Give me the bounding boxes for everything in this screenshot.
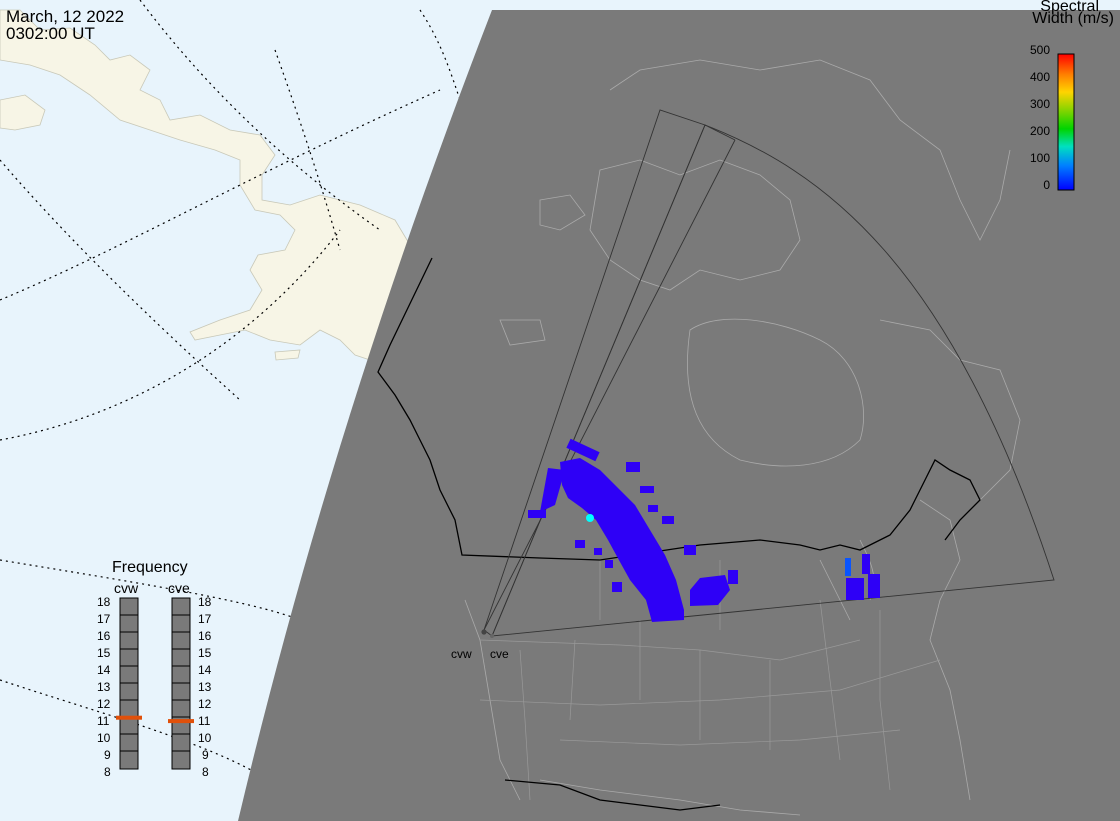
colorbar-tick: 300 — [1029, 97, 1050, 111]
scatter-cell-highlight — [586, 514, 594, 522]
site-label-cvw: cvw — [451, 647, 472, 661]
frequency-tick: 18 — [97, 595, 111, 609]
frequency-tick: 14 — [198, 663, 212, 677]
frequency-radar-label-cve: cve — [168, 580, 190, 596]
frequency-tick: 17 — [198, 612, 212, 626]
frequency-tick: 16 — [198, 629, 212, 643]
colorbar-gradient — [1057, 53, 1075, 191]
frequency-tick: 9 — [104, 748, 111, 762]
frequency-tick: 9 — [202, 748, 209, 762]
map-canvas — [0, 0, 1120, 821]
frequency-tick: 12 — [198, 697, 212, 711]
frequency-marker-cve — [168, 719, 194, 724]
frequency-tick: 17 — [97, 612, 111, 626]
colorbar-tick: 0 — [1043, 178, 1050, 192]
frequency-tick: 13 — [97, 680, 111, 694]
frequency-panel-title: Frequency — [112, 559, 188, 576]
daylit-land — [0, 9, 411, 361]
colorbar-units: Width (m/s) — [1032, 10, 1114, 27]
colorbar-tick: 200 — [1029, 124, 1050, 138]
colorbar-tick: 100 — [1029, 151, 1050, 165]
time-label: 0302:00 UT — [6, 24, 95, 43]
frequency-tick: 10 — [97, 731, 111, 745]
frequency-marker-cvw — [116, 715, 142, 720]
frequency-tick: 18 — [198, 595, 212, 609]
date-label: March, 12 2022 — [6, 7, 125, 26]
site-label-cve: cve — [490, 647, 509, 661]
colorbar-tick: 500 — [1029, 43, 1050, 57]
frequency-tick: 16 — [97, 629, 111, 643]
frequency-tick: 8 — [202, 765, 209, 779]
frequency-tick: 8 — [104, 765, 111, 779]
frequency-tick: 15 — [97, 646, 111, 660]
frequency-tick: 12 — [97, 697, 111, 711]
frequency-tick: 11 — [97, 714, 110, 728]
site-marker-cve — [490, 634, 494, 638]
frequency-tick: 10 — [198, 731, 212, 745]
site-marker-cvw — [481, 629, 487, 635]
frequency-radar-label-cvw: cvw — [114, 580, 139, 596]
colorbar-tick: 400 — [1029, 70, 1050, 84]
frequency-tick: 13 — [198, 680, 212, 694]
frequency-tick: 11 — [198, 714, 211, 728]
radar-map-view: March, 12 2022 0302:00 UT Spectral Width… — [0, 0, 1120, 821]
scatter-cell-elevated — [845, 558, 851, 576]
frequency-tick: 15 — [198, 646, 212, 660]
frequency-tick: 14 — [97, 663, 111, 677]
night-region — [238, 10, 1120, 821]
